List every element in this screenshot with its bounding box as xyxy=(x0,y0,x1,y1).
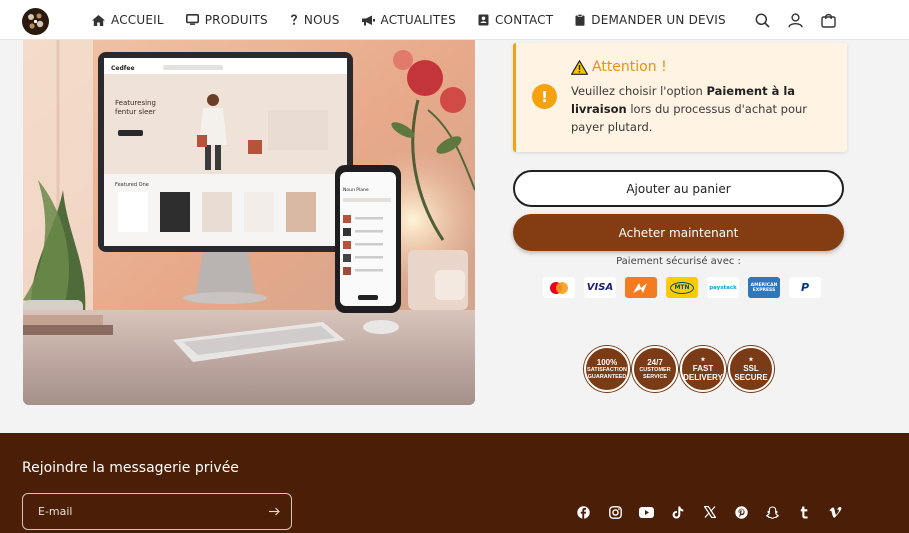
page: ACCUEIL PRODUITS NOUS ACTUALITES CONTACT… xyxy=(0,0,909,533)
badge-main: SSL SECURE xyxy=(734,363,768,382)
instagram-icon xyxy=(608,505,622,519)
tumblr-link[interactable] xyxy=(789,503,821,521)
paystack-text: paystack xyxy=(709,284,737,291)
facebook-icon xyxy=(577,505,590,519)
pinterest-icon xyxy=(735,505,748,519)
email-input[interactable] xyxy=(38,505,258,518)
youtube-icon xyxy=(639,506,655,518)
facebook-link[interactable] xyxy=(568,503,600,521)
buy-now-button[interactable]: Acheter maintenant xyxy=(513,214,844,251)
badge-sub: SATISFACTION GUARANTEED xyxy=(587,366,627,380)
customer-service-badge: 24/7 CUSTOMER SERVICE xyxy=(632,346,678,392)
clipboard-icon xyxy=(575,14,585,26)
tumblr-icon xyxy=(800,506,808,518)
paypal-icon: P xyxy=(789,277,821,298)
snapchat-link[interactable] xyxy=(757,503,789,521)
badge-sub: ★ xyxy=(700,356,706,363)
add-to-cart-button[interactable]: Ajouter au panier xyxy=(513,170,844,207)
tiktok-icon xyxy=(672,506,684,518)
badge-sub: CUSTOMER SERVICE xyxy=(639,366,671,380)
badge-main: 24/7 xyxy=(647,357,663,367)
payment-notice: Attention ! ! Veuillez choisir l'option … xyxy=(513,43,847,152)
nav-item-actualites[interactable]: ACTUALITES xyxy=(361,13,456,27)
search-button[interactable] xyxy=(746,0,779,40)
vimeo-icon xyxy=(829,506,842,518)
nav-label: ACTUALITES xyxy=(380,13,456,27)
nav-label: PRODUITS xyxy=(204,13,268,27)
social-links xyxy=(568,503,852,521)
info-circle-icon: ! xyxy=(532,84,557,109)
notice-title-text: Attention ! xyxy=(592,59,667,75)
x-link[interactable] xyxy=(694,503,726,521)
youtube-link[interactable] xyxy=(631,503,663,521)
paystack-icon: paystack xyxy=(707,277,739,298)
search-icon xyxy=(755,13,770,28)
snapchat-icon xyxy=(766,505,780,519)
secure-payment-label: Paiement sécurisé avec : xyxy=(616,256,741,267)
product-image[interactable]: Cedfee Featuresing fentur sleer Featured… xyxy=(23,40,475,405)
newsletter-title: Rejoindre la messagerie privée xyxy=(22,460,239,476)
x-icon xyxy=(703,506,716,518)
brand-logo-icon[interactable] xyxy=(22,8,49,35)
nav-item-demander-un-devis[interactable]: DEMANDER UN DEVIS xyxy=(575,13,726,27)
monitor-heading-line-2: fentur sleer xyxy=(115,108,156,116)
monitor-heading-line-1: Featuresing xyxy=(115,99,156,107)
amex-text: AMERICAN EXPRESS xyxy=(750,282,778,293)
payment-methods: VISA MTN paystack AMERICAN EXPRESS P xyxy=(543,277,830,298)
notice-title: Attention ! xyxy=(571,59,667,75)
contact-book-icon xyxy=(478,14,489,26)
mtn-text: MTN xyxy=(670,281,694,294)
cart-button[interactable] xyxy=(812,0,845,40)
megaphone-icon xyxy=(361,15,375,25)
nav-item-produits[interactable]: PRODUITS xyxy=(185,13,268,27)
site-header: ACCUEIL PRODUITS NOUS ACTUALITES CONTACT… xyxy=(0,0,909,40)
monitor-brand-text: Cedfee xyxy=(111,65,135,72)
nav-label: CONTACT xyxy=(494,13,554,27)
mastercard-icon xyxy=(543,277,575,298)
badge-main: 100% xyxy=(596,357,618,367)
ssl-secure-badge: ★ SSL SECURE xyxy=(728,346,774,392)
vimeo-link[interactable] xyxy=(820,503,852,521)
main-nav: ACCUEIL PRODUITS NOUS ACTUALITES CONTACT… xyxy=(92,0,748,40)
airtel-icon xyxy=(625,277,657,298)
question-icon xyxy=(290,14,297,25)
fast-delivery-badge: ★ FAST DELIVERY xyxy=(680,346,726,392)
badge-main: FAST DELIVERY xyxy=(683,363,723,382)
account-icon xyxy=(788,12,803,28)
amex-icon: AMERICAN EXPRESS xyxy=(748,277,780,298)
warning-icon xyxy=(571,59,588,75)
paypal-text: P xyxy=(800,281,810,294)
nav-item-nous[interactable]: NOUS xyxy=(290,13,340,27)
home-icon xyxy=(92,14,105,26)
badge-sub: ★ xyxy=(748,356,754,363)
notice-text: Veuillez choisir l'option Paiement à la … xyxy=(571,82,833,136)
pinterest-link[interactable] xyxy=(726,503,758,521)
satisfaction-badge: 100% SATISFACTION GUARANTEED xyxy=(584,346,630,392)
header-actions xyxy=(746,0,845,40)
account-button[interactable] xyxy=(779,0,812,40)
visa-text: VISA xyxy=(586,282,614,293)
notice-text-before: Veuillez choisir l'option xyxy=(571,84,707,98)
nav-label: NOUS xyxy=(303,13,340,27)
tiktok-link[interactable] xyxy=(663,503,695,521)
nav-label: DEMANDER UN DEVIS xyxy=(591,13,726,27)
monitor-section-title: Featured One xyxy=(115,182,149,188)
nav-label: ACCUEIL xyxy=(111,13,164,27)
newsletter-form xyxy=(22,493,292,530)
trust-badges: 100% SATISFACTION GUARANTEED 24/7 CUSTOM… xyxy=(584,346,776,392)
arrow-right-icon[interactable] xyxy=(268,505,281,518)
monitor-icon xyxy=(185,14,199,25)
instagram-link[interactable] xyxy=(600,503,632,521)
cart-icon xyxy=(821,13,836,28)
phone-heading-text: Noun Plane xyxy=(343,187,369,193)
nav-item-accueil[interactable]: ACCUEIL xyxy=(92,13,164,27)
nav-item-contact[interactable]: CONTACT xyxy=(478,13,553,27)
site-footer: Rejoindre la messagerie privée xyxy=(0,433,909,533)
visa-icon: VISA xyxy=(584,277,616,298)
mtn-icon: MTN xyxy=(666,277,698,298)
